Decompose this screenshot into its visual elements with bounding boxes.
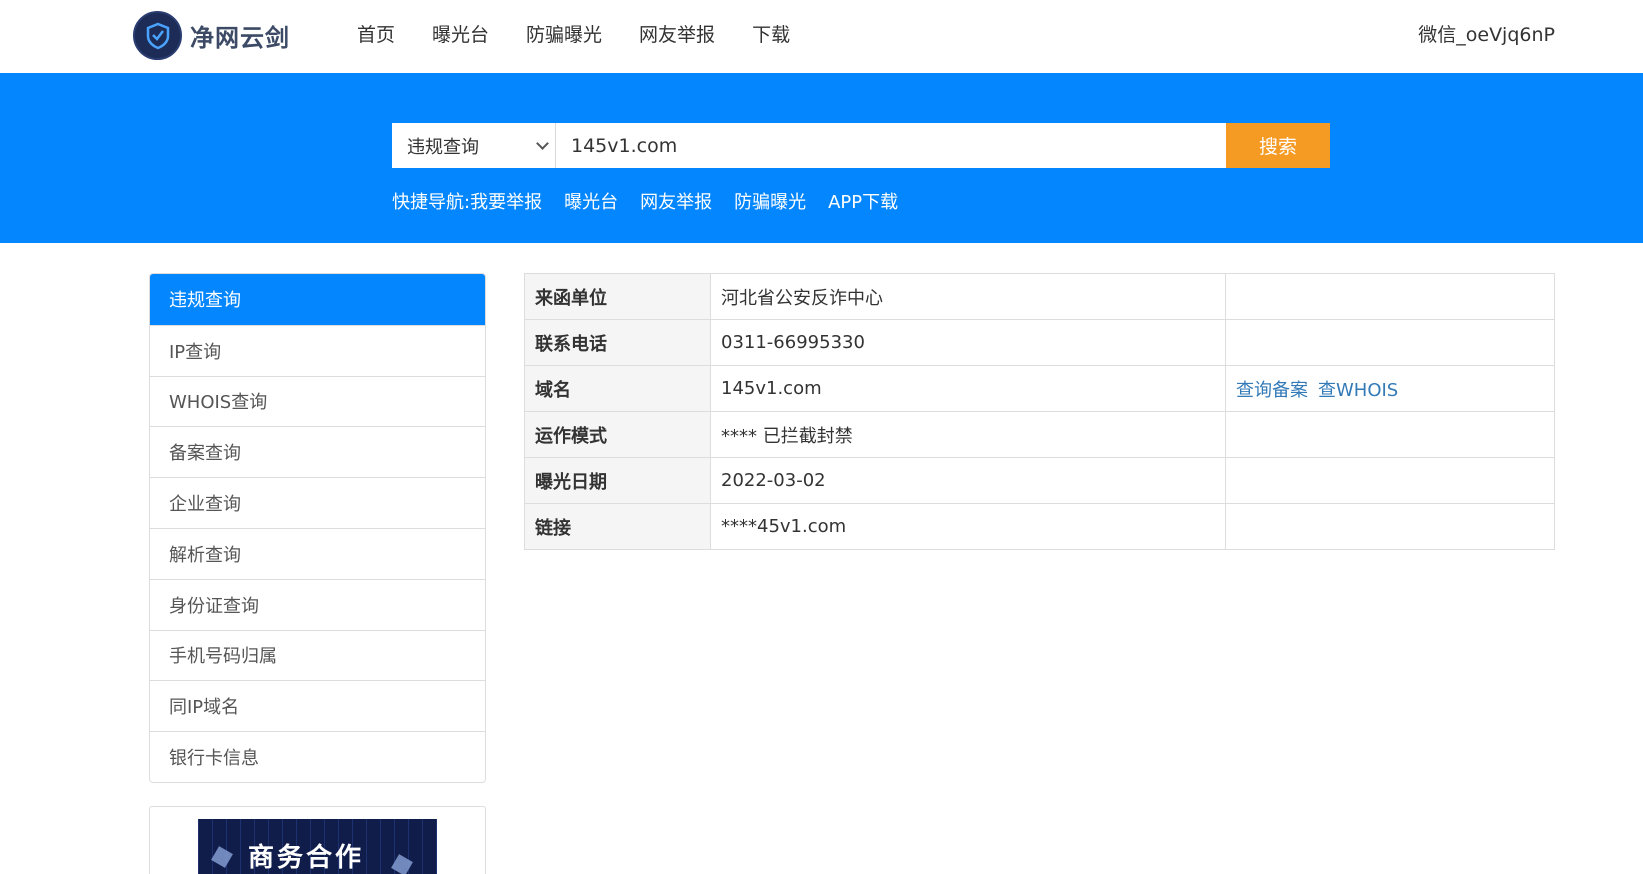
violation-info-table: 来函单位 河北省公安反诈中心 联系电话 0311-66995330 域名 145… [524,273,1555,550]
search-bar: 违规查询 搜索 [392,123,1330,168]
sidebar-item-whois-query[interactable]: WHOIS查询 [150,375,485,427]
quick-nav-label: 快捷导航: [392,192,471,213]
top-header: 净网云剑 首页 曝光台 防骗曝光 网友举报 下载 微信_oeVjq6nP [0,0,1643,73]
business-cooperation-banner[interactable]: 商务合作 [198,819,437,874]
search-input[interactable] [556,123,1226,168]
row-extra [1225,411,1555,458]
row-key: 来函单位 [524,273,711,320]
business-cooperation-text: 商务合作 [248,843,365,873]
row-extra [1225,457,1555,504]
nav-home[interactable]: 首页 [357,20,395,50]
search-type-select[interactable]: 违规查询 [392,123,556,168]
user-account[interactable]: 微信_oeVjq6nP [1418,20,1555,50]
row-extra [1225,503,1555,550]
row-extra: 查询备案 查WHOIS [1225,365,1555,412]
nav-user-reports[interactable]: 网友举报 [639,20,715,50]
row-key: 运作模式 [524,411,711,458]
sidebar-item-id-card-query[interactable]: 身份证查询 [150,578,485,630]
sidebar-item-phone-location[interactable]: 手机号码归属 [150,629,485,681]
main-nav: 首页 曝光台 防骗曝光 网友举报 下载 [357,20,827,50]
sidebar-item-same-ip-domains[interactable]: 同IP域名 [150,680,485,731]
quick-link-report[interactable]: 我要举报 [470,190,542,216]
nav-exposure[interactable]: 曝光台 [432,20,489,50]
sidebar-item-icp-query[interactable]: 备案查询 [150,426,485,477]
whois-lookup-link[interactable]: 查WHOIS [1318,380,1398,401]
sidebar-item-bank-card-info[interactable]: 银行卡信息 [150,731,485,782]
row-extra [1225,273,1555,320]
nav-anti-fraud[interactable]: 防骗曝光 [526,20,602,50]
table-row: 链接 ****45v1.com [524,503,1555,550]
site-logo[interactable]: 净网云剑 [133,11,290,60]
row-value: **** 已拦截封禁 [710,411,1226,458]
row-key: 链接 [524,503,711,550]
row-key: 域名 [524,365,711,412]
quick-link-anti-fraud[interactable]: 防骗曝光 [734,190,806,216]
row-value: 145v1.com [710,365,1226,412]
table-row: 曝光日期 2022-03-02 [524,457,1555,504]
search-type-value: 违规查询 [407,136,479,158]
quick-link-exposure[interactable]: 曝光台 [564,190,618,216]
row-value: 2022-03-02 [710,457,1226,504]
sidebar-item-dns-query[interactable]: 解析查询 [150,527,485,579]
quick-link-user-reports[interactable]: 网友举报 [640,190,712,216]
search-button[interactable]: 搜索 [1226,123,1330,168]
row-key: 曝光日期 [524,457,711,504]
shield-logo-icon [133,11,182,60]
chevron-down-icon [536,137,549,150]
table-row: 运作模式 **** 已拦截封禁 [524,411,1555,458]
row-extra [1225,319,1555,366]
search-band: 违规查询 搜索 快捷导航: 我要举报 曝光台 网友举报 防骗曝光 APP下载 [0,73,1643,243]
nav-download[interactable]: 下载 [752,20,790,50]
table-row: 联系电话 0311-66995330 [524,319,1555,366]
sidebar-item-ip-query[interactable]: IP查询 [150,324,485,376]
sidebar-item-company-query[interactable]: 企业查询 [150,477,485,528]
business-cooperation-card: 商务合作 [149,806,486,874]
row-value: 0311-66995330 [710,319,1226,366]
table-row: 来函单位 河北省公安反诈中心 [524,273,1555,320]
row-key: 联系电话 [524,319,711,366]
sidebar-item-violation-query[interactable]: 违规查询 [150,274,485,325]
table-row: 域名 145v1.com 查询备案 查WHOIS [524,365,1555,412]
logo-text: 净网云剑 [190,24,290,52]
row-value: ****45v1.com [710,503,1226,550]
icp-lookup-link[interactable]: 查询备案 [1236,380,1308,401]
quick-nav: 快捷导航: 我要举报 曝光台 网友举报 防骗曝光 APP下载 [392,190,920,216]
sidebar-menu: 违规查询 IP查询 WHOIS查询 备案查询 企业查询 解析查询 身份证查询 手… [149,273,486,783]
row-value: 河北省公安反诈中心 [710,273,1226,320]
quick-link-app-download[interactable]: APP下载 [828,190,898,216]
